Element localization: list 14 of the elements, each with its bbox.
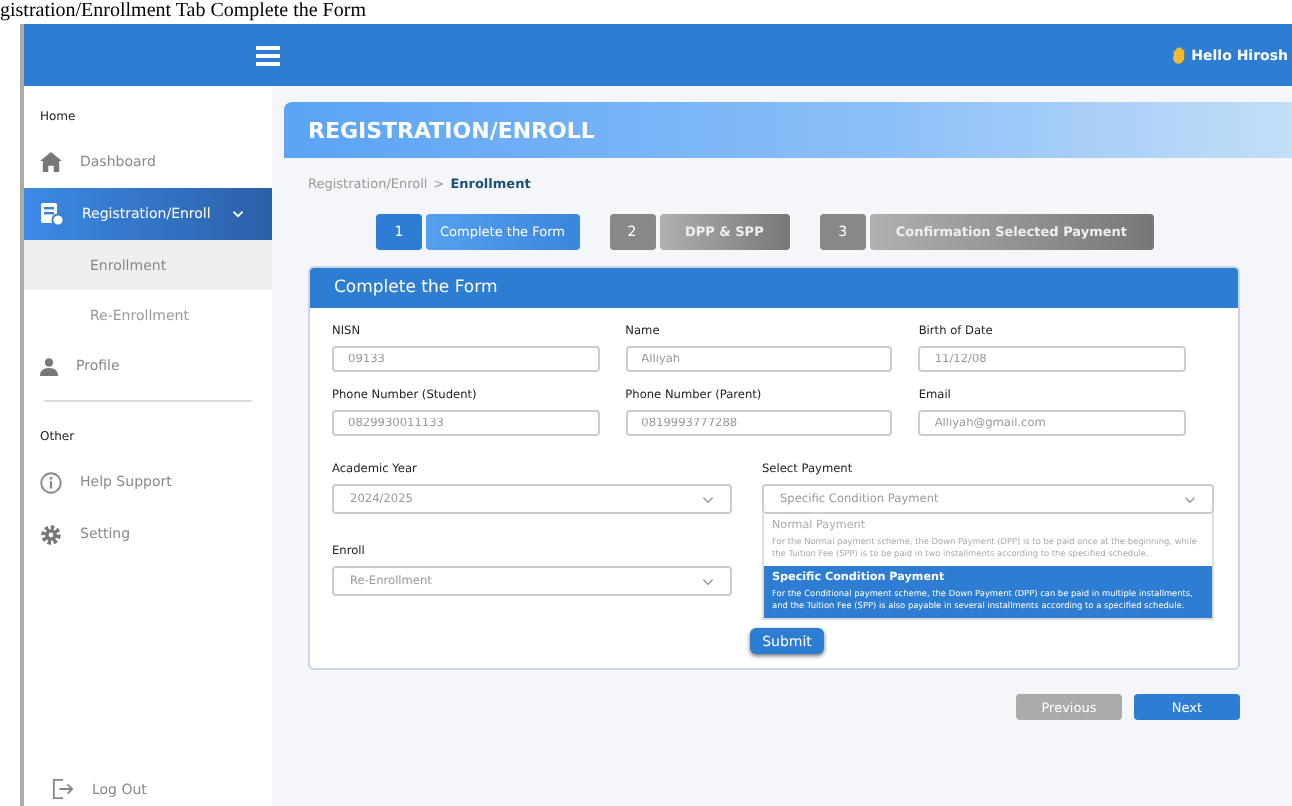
person-icon bbox=[40, 357, 58, 375]
chevron-icon bbox=[702, 577, 714, 585]
info-icon bbox=[40, 471, 62, 493]
figure-caption: gistration/Enrollment Tab Complete the Form bbox=[0, 0, 368, 24]
hand-icon bbox=[1171, 46, 1186, 64]
home-icon bbox=[40, 152, 62, 172]
page-title-banner: REGISTRATION/ENROLL bbox=[284, 102, 1292, 158]
payment-option[interactable] bbox=[764, 566, 1212, 618]
logout-icon bbox=[52, 778, 74, 800]
menu-icon[interactable] bbox=[256, 45, 280, 65]
settings-icon bbox=[40, 523, 62, 545]
card-header: Complete the Form bbox=[310, 268, 1238, 308]
chevron-icon bbox=[702, 495, 714, 503]
form-icon bbox=[40, 202, 64, 226]
